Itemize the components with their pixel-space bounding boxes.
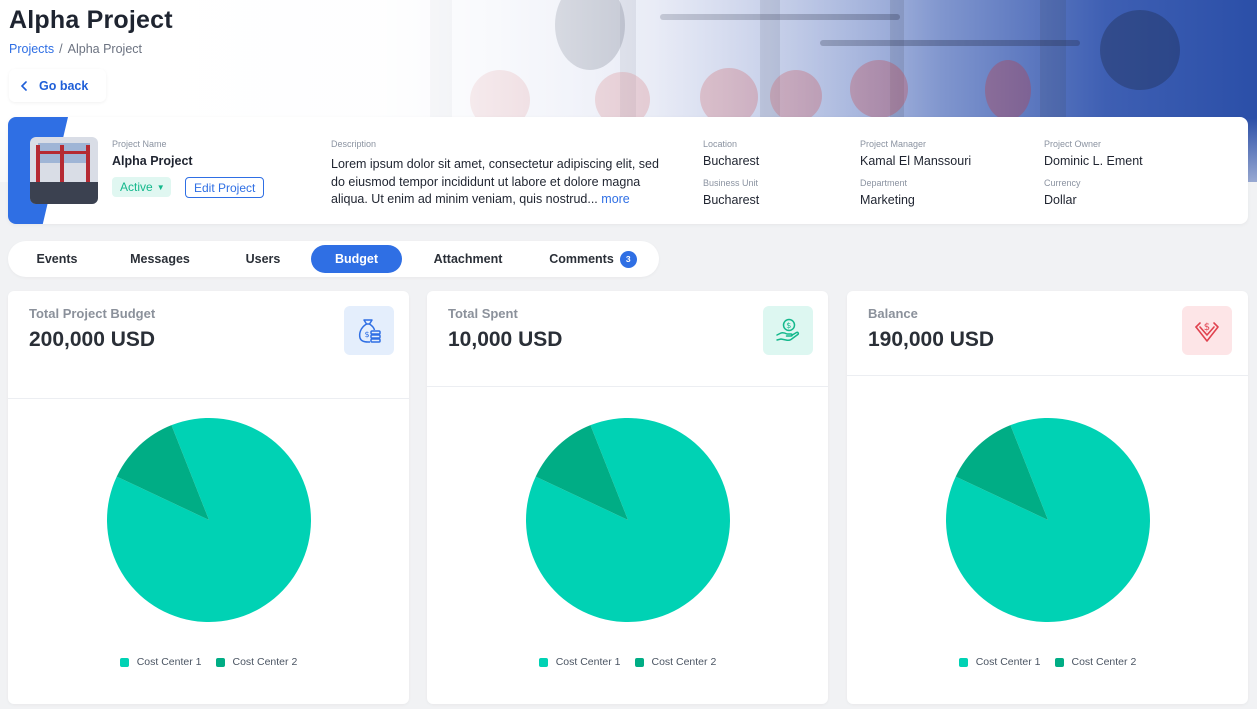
budget-card-total: Total Project Budget 200,000 USD $ Cost … xyxy=(8,291,409,704)
pie-chart xyxy=(946,418,1150,622)
svg-text:$: $ xyxy=(786,321,791,330)
legend-swatch xyxy=(538,657,548,667)
svg-text:$: $ xyxy=(1204,322,1210,333)
card-label: Total Project Budget xyxy=(29,306,156,321)
owner-label: Project Owner xyxy=(1044,139,1102,149)
more-link[interactable]: more xyxy=(601,192,629,206)
hand-coin-icon: $ xyxy=(763,306,813,355)
tab-label: Comments xyxy=(549,252,614,266)
legend-label: Cost Center 2 xyxy=(232,656,298,668)
tab-label: Attachment xyxy=(433,252,503,266)
project-name-label: Project Name xyxy=(112,139,167,149)
breadcrumb-separator: / xyxy=(59,42,63,56)
comments-count-badge: 3 xyxy=(619,250,637,268)
go-back-button[interactable]: Go back xyxy=(9,69,106,102)
legend-item[interactable]: Cost Center 1 xyxy=(958,656,1041,668)
tab-comments[interactable]: Comments 3 xyxy=(538,245,648,273)
tab-label: Messages xyxy=(130,252,190,266)
project-name: Alpha Project xyxy=(112,154,193,168)
budget-card-balance: Balance 190,000 USD $ Cost Center 1 Cost… xyxy=(847,291,1248,704)
legend-item[interactable]: Cost Center 1 xyxy=(538,656,621,668)
breadcrumb-current: Alpha Project xyxy=(67,42,142,56)
tab-attachment[interactable]: Attachment xyxy=(418,245,518,273)
tab-label: Events xyxy=(36,252,78,266)
legend-swatch xyxy=(119,657,129,667)
legend-label: Cost Center 1 xyxy=(136,656,202,668)
status-dropdown[interactable]: Active ▼ xyxy=(112,177,171,197)
business-unit-label: Business Unit xyxy=(703,178,759,188)
legend-item[interactable]: Cost Center 1 xyxy=(119,656,202,668)
legend-label: Cost Center 1 xyxy=(975,656,1041,668)
legend-item[interactable]: Cost Center 2 xyxy=(215,656,298,668)
legend-label: Cost Center 2 xyxy=(651,656,717,668)
description-text: Lorem ipsum dolor sit amet, consectetur … xyxy=(331,156,671,209)
tab-events[interactable]: Events xyxy=(12,245,102,273)
department-value: Marketing xyxy=(860,193,915,207)
money-bag-icon: $ xyxy=(344,306,394,355)
tab-users[interactable]: Users xyxy=(218,245,308,273)
go-back-label: Go back xyxy=(39,78,89,93)
edit-project-button[interactable]: Edit Project xyxy=(185,177,265,198)
legend-item[interactable]: Cost Center 2 xyxy=(634,656,717,668)
legend-swatch xyxy=(1054,657,1064,667)
pie-chart xyxy=(106,418,311,622)
card-label: Total Spent xyxy=(448,306,518,321)
tab-label: Budget xyxy=(334,252,379,266)
tab-budget[interactable]: Budget xyxy=(311,245,402,273)
page-title: Alpha Project xyxy=(9,6,173,34)
project-info-card: Project Name Alpha Project Active ▼ Edit… xyxy=(8,117,1248,224)
caret-down-icon: ▼ xyxy=(156,182,165,192)
chart-legend: Cost Center 1 Cost Center 2 xyxy=(427,656,828,668)
tab-messages[interactable]: Messages xyxy=(114,245,206,273)
location-label: Location xyxy=(703,139,738,149)
project-thumbnail xyxy=(30,137,98,204)
card-value: 200,000 USD xyxy=(29,328,156,351)
tab-bar: Events Messages Users Budget Attachment … xyxy=(8,241,659,277)
currency-label: Currency xyxy=(1044,178,1081,188)
location-value: Bucharest xyxy=(703,154,760,168)
department-label: Department xyxy=(860,178,908,188)
legend-label: Cost Center 1 xyxy=(555,656,621,668)
manager-value: Kamal El Manssouri xyxy=(860,154,972,168)
legend-swatch xyxy=(958,657,968,667)
manager-label: Project Manager xyxy=(860,139,927,149)
legend-swatch xyxy=(634,657,644,667)
breadcrumb-projects-link[interactable]: Projects xyxy=(9,42,54,56)
diamond-dollar-icon: $ xyxy=(1182,306,1232,355)
currency-value: Dollar xyxy=(1044,193,1077,207)
chart-legend: Cost Center 1 Cost Center 2 xyxy=(847,656,1248,668)
legend-label: Cost Center 2 xyxy=(1071,656,1137,668)
pie-chart xyxy=(526,418,730,622)
card-value: 10,000 USD xyxy=(448,328,563,351)
svg-text:$: $ xyxy=(365,330,370,339)
chevron-left-icon xyxy=(20,80,27,91)
tab-label: Users xyxy=(245,252,281,266)
status-value: Active xyxy=(120,180,153,194)
legend-swatch xyxy=(215,657,225,667)
budget-card-spent: Total Spent 10,000 USD $ Cost Center 1 C… xyxy=(427,291,828,704)
legend-item[interactable]: Cost Center 2 xyxy=(1054,656,1137,668)
breadcrumb: Projects / Alpha Project xyxy=(9,42,142,56)
description-label: Description xyxy=(331,139,377,149)
card-value: 190,000 USD xyxy=(868,328,995,351)
business-unit-value: Bucharest xyxy=(703,193,760,207)
card-label: Balance xyxy=(868,306,918,321)
owner-value: Dominic L. Ement xyxy=(1044,154,1143,168)
chart-legend: Cost Center 1 Cost Center 2 xyxy=(8,656,409,668)
